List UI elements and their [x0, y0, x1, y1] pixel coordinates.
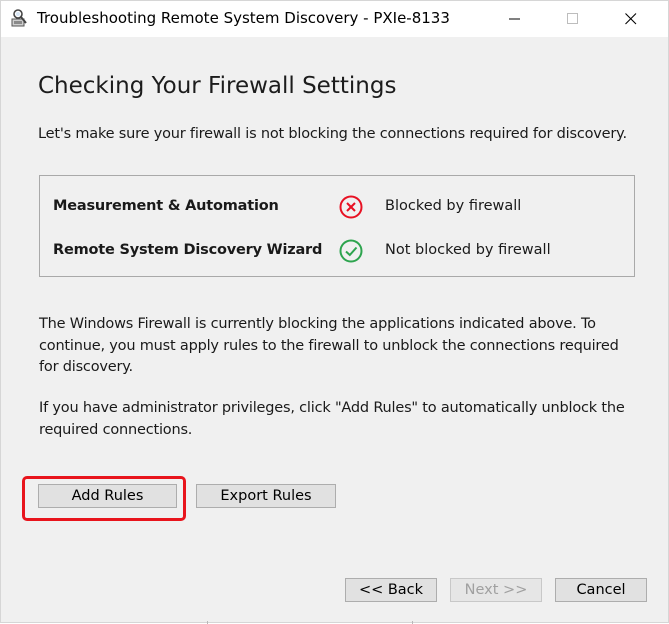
minimize-button[interactable] — [492, 1, 538, 37]
admin-instructions-text: If you have administrator privileges, cl… — [39, 400, 625, 438]
status-row-remote-system-discovery: Remote System Discovery Wizard Not block… — [40, 237, 634, 265]
maximize-button[interactable] — [550, 1, 596, 37]
status-row-measurement-automation: Measurement & Automation Blocked by fire… — [40, 193, 634, 221]
check-circle-icon — [339, 239, 363, 263]
close-icon — [625, 13, 637, 25]
status-text: Not blocked by firewall — [385, 242, 551, 258]
wizard-window: Troubleshooting Remote System Discovery … — [0, 0, 669, 624]
intro-text: Let's make sure your firewall is not blo… — [38, 126, 627, 142]
status-text: Blocked by firewall — [385, 198, 522, 214]
window-title: Troubleshooting Remote System Discovery … — [37, 9, 450, 27]
page-title: Checking Your Firewall Settings — [38, 73, 397, 99]
explanation-text: The Windows Firewall is currently blocki… — [39, 316, 619, 375]
error-circle-x-icon — [339, 195, 363, 219]
export-rules-button[interactable]: Export Rules — [196, 484, 336, 508]
app-name: Remote System Discovery Wizard — [53, 242, 323, 258]
title-bar[interactable]: Troubleshooting Remote System Discovery … — [1, 1, 668, 37]
app-icon — [11, 9, 27, 27]
add-rules-button[interactable]: Add Rules — [38, 484, 177, 508]
next-button[interactable]: Next >> — [450, 578, 542, 602]
firewall-status-panel: Measurement & Automation Blocked by fire… — [39, 175, 635, 277]
app-name: Measurement & Automation — [53, 198, 279, 214]
wizard-content: Checking Your Firewall Settings Let's ma… — [1, 37, 668, 622]
close-button[interactable] — [608, 1, 654, 37]
cancel-button[interactable]: Cancel — [555, 578, 647, 602]
maximize-icon — [567, 13, 578, 24]
minimize-icon — [509, 18, 520, 20]
back-button[interactable]: << Back — [345, 578, 437, 602]
